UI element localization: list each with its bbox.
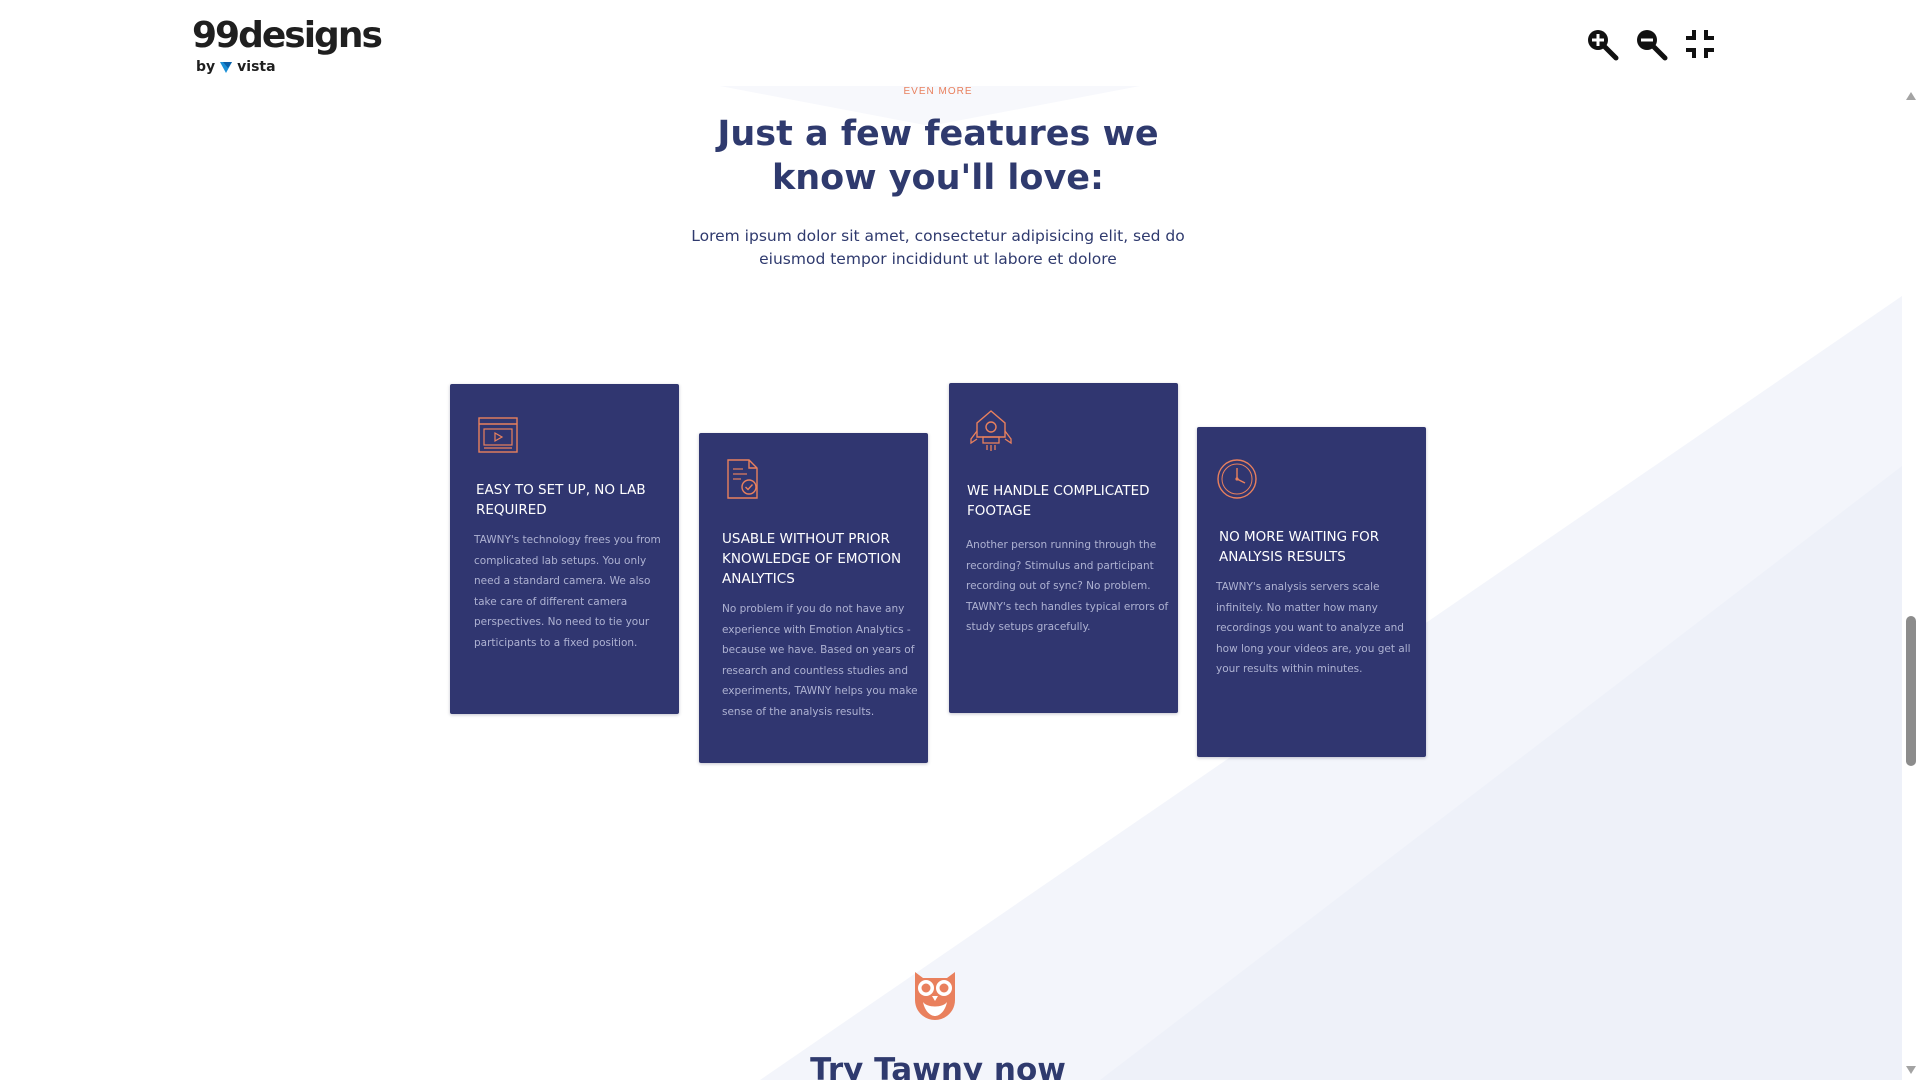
feature-card: USABLE WITHOUT PRIOR KNOWLEDGE OF EMOTIO… [699,433,928,763]
feature-title: EASY TO SET UP, NO LAB REQUIRED [476,482,646,518]
feature-card: EASY TO SET UP, NO LAB REQUIRED TAWNY's … [450,384,679,714]
feature-card: WE HANDLE COMPLICATED FOOTAGE Another pe… [949,383,1178,713]
zoom-in-icon [1588,30,1619,61]
exit-fullscreen-button[interactable] [1682,26,1718,62]
feature-body: TAWNY's technology frees you from compli… [474,534,661,649]
video-player-icon [476,414,520,458]
brand-name: 99designs [192,15,383,56]
clock-icon [1215,457,1259,501]
owl-icon [911,966,959,1022]
zoom-out-icon [1637,30,1668,61]
viewer-toolbar: 99designs by vista [0,0,1920,86]
section-subtext: Lorem ipsum dolor sit amet, consectetur … [691,227,1185,268]
brand-logo[interactable]: 99designs by vista [192,14,383,75]
vista-logo-icon [220,62,233,73]
feature-title: NO MORE WAITING FOR ANALYSIS RESULTS [1219,529,1380,565]
slide-viewport: EVEN MORE Just a few features we know yo… [0,86,1902,1080]
collapse-icon [1686,30,1714,58]
feature-body: No problem if you do not have any experi… [722,603,918,718]
feature-body: Another person running through the recor… [966,539,1169,633]
zoom-in-button[interactable] [1584,26,1620,62]
feature-card: NO MORE WAITING FOR ANALYSIS RESULTS TAW… [1197,427,1426,757]
section-eyebrow: EVEN MORE [903,86,973,97]
brand-byline: by vista [196,58,276,76]
spaceship-icon [969,409,1013,453]
feature-body: TAWNY's analysis servers scale infinitel… [1216,581,1411,675]
document-check-icon [721,457,765,501]
feature-title: USABLE WITHOUT PRIOR KNOWLEDGE OF EMOTIO… [722,531,902,587]
brand-partner: vista [237,59,276,75]
zoom-out-button[interactable] [1633,26,1669,62]
section-headline: Just a few features we know you'll love: [717,114,1159,198]
feature-title: WE HANDLE COMPLICATED FOOTAGE [967,483,1150,519]
scroll-thumb[interactable] [1906,616,1916,766]
vertical-scrollbar[interactable] [1902,86,1920,1080]
scroll-down-arrow-icon[interactable] [1906,1066,1916,1074]
cta-title: Try Tawny now [810,1052,1066,1080]
scroll-up-arrow-icon[interactable] [1906,92,1916,100]
brand-by-text: by [196,59,216,75]
